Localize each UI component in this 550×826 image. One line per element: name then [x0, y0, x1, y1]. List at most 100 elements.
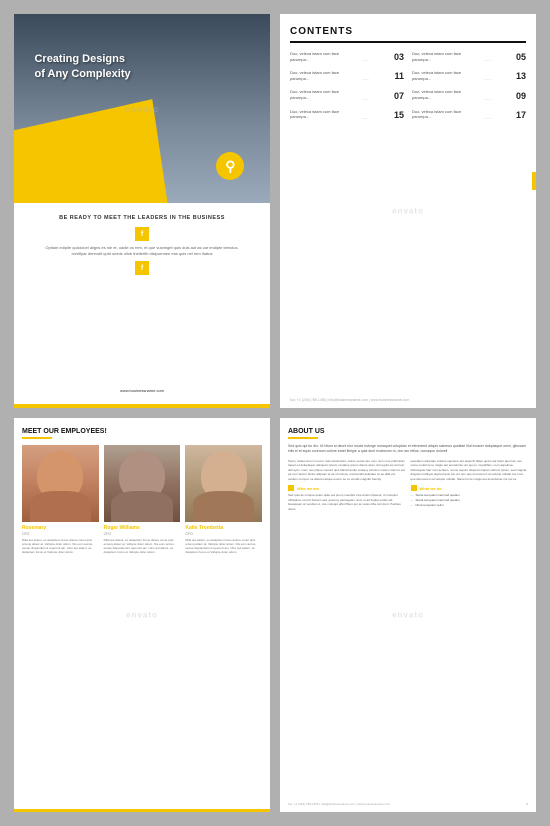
employee-photo-rosemary: [22, 445, 99, 522]
about-what-we-do-section: What we do Steria temquam intermed quela…: [411, 485, 529, 511]
page-contents: CONTENTS Duo, veleca istam cum face paru…: [280, 14, 536, 408]
about-who-dot: [288, 485, 294, 491]
employee-photo-katie: [185, 445, 262, 522]
employee-name-katie: Katie Trombetta: [185, 525, 223, 531]
contents-grid: Duo, veleca istam cum face parumpa... ..…: [290, 51, 526, 123]
employee-name-rosemary: Rosemary: [22, 525, 46, 531]
contents-item-4-dots: .......: [484, 76, 511, 81]
contents-item-4-num: 13: [514, 71, 526, 81]
contents-item-2-dots: .......: [484, 57, 511, 62]
contents-item-1-text: Duo, veleca istam cum face parumpa...: [290, 51, 359, 62]
cover-icon-row: f: [135, 227, 149, 241]
employee-title-roger: CFO: [104, 532, 111, 536]
cover-footer-bar: [14, 404, 270, 408]
about-footer-left: foo: +1 (234) 789-1456 | info@businessna…: [288, 802, 390, 806]
employees-footer-bar: [14, 809, 270, 812]
contents-item-1: Duo, veleca istam cum face parumpa... ..…: [290, 51, 404, 62]
contents-item-6-num: 09: [514, 91, 526, 101]
about-what-list: Steria temquam intermed quelam Steria te…: [411, 493, 529, 507]
contents-item-1-dots: .......: [362, 57, 389, 62]
contents-item-2: Duo, veleca istam cum face parumpa... ..…: [412, 51, 526, 62]
employees-accent: [22, 437, 52, 439]
contents-yellow-stripe: [532, 172, 536, 190]
contents-footer: foo: +1 (234) 789-1456 | info@businessna…: [290, 398, 526, 402]
contents-item-4-text: Duo, veleca istam cum face parumpa...: [412, 70, 481, 81]
cover-icon-left-symbol: f: [141, 231, 143, 238]
employee-card-katie: Katie Trombetta CFO Dilla aut aslent, ex…: [185, 445, 262, 554]
roger-face: [104, 445, 181, 522]
rosemary-face: [22, 445, 99, 522]
about-col2-text: eaccatem adoptate volotes ingtuture aut …: [411, 459, 529, 482]
about-footer: foo: +1 (234) 789-1456 | info@businessna…: [288, 802, 528, 806]
contents-footer-text: foo: +1 (234) 789-1456 | info@businessna…: [290, 398, 409, 402]
contents-item-8: Duo, veleca istam cum face parumpa... ..…: [412, 109, 526, 120]
cover-image-area: Creating Designs of Any Complexity ⚲ env…: [14, 14, 270, 203]
cover-tagline: BE READY TO MEET THE LEADERS IN THE BUSI…: [59, 215, 225, 221]
about-what-dot: [411, 485, 417, 491]
about-what-label: What we do: [420, 486, 442, 491]
contents-item-5-num: 07: [392, 91, 404, 101]
about-list-item-3: Nima temquam velim: [411, 503, 529, 508]
contents-item-6-text: Duo, veleca istam cum face parumpa...: [412, 89, 481, 100]
contents-item-8-text: Duo, veleca istam cum face parumpa...: [412, 109, 481, 120]
contents-item-6: Duo, veleca istam cum face parumpa... ..…: [412, 89, 526, 100]
cover-bottom: BE READY TO MEET THE LEADERS IN THE BUSI…: [14, 203, 270, 404]
about-what-we-do-title: What we do: [411, 485, 529, 491]
contents-item-5: Duo, veleca istam cum face parumpa... ..…: [290, 89, 404, 100]
contents-item-3-dots: .......: [362, 76, 389, 81]
katie-face-body: [193, 491, 254, 522]
employee-desc-rosemary: Dilla aut aslent, ex delapitem focus dol…: [22, 538, 99, 555]
contents-item-4: Duo, veleca istam cum face parumpa... ..…: [412, 70, 526, 81]
cover-title-line2: of Any Complexity: [34, 68, 130, 80]
contents-item-2-text: Duo, veleca istam cum face parumpa...: [412, 51, 481, 62]
about-header: ABOUT US: [288, 428, 528, 435]
about-sections: Who we are Sed quis de minque quam quke …: [288, 485, 528, 511]
contents-item-3-num: 11: [392, 71, 404, 81]
about-col1-text: Team, vellea rerum in exun mal miscandun…: [288, 459, 406, 482]
contents-item-5-text: Duo, veleca istam cum face parumpa...: [290, 89, 359, 100]
search-icon: ⚲: [225, 158, 235, 175]
about-watermark: envato: [392, 611, 424, 620]
contents-item-6-dots: .......: [484, 96, 511, 101]
contents-item-8-dots: .......: [484, 115, 511, 120]
employee-title-katie: CFO: [185, 532, 192, 536]
about-who-text: Sed quis de minque quam quke aui provp m…: [288, 493, 406, 511]
employee-desc-katie: Dilla aut aslent, ex delapitem focus dol…: [185, 538, 262, 555]
contents-item-8-num: 17: [514, 110, 526, 120]
cover-icon-bottom-symbol: f: [141, 265, 143, 272]
katie-face: [185, 445, 262, 522]
about-accent: [288, 437, 318, 439]
rosemary-face-body: [30, 491, 91, 522]
cover-title-line1: Creating Designs: [34, 53, 124, 65]
contents-item-1-num: 03: [392, 52, 404, 62]
contents-item-5-dots: .......: [362, 96, 389, 101]
employee-photo-roger: [104, 445, 181, 522]
cover-body-text: Optiam edipite quicicioel aligns es nie …: [42, 245, 243, 257]
employee-card-rosemary: Rosemary CFO Dilla aut aslent, ex delapi…: [22, 445, 99, 554]
page-about: ABOUT US Sed quis qui tur dio. Ut hitum …: [280, 418, 536, 812]
page-cover: Creating Designs of Any Complexity ⚲ env…: [14, 14, 270, 408]
about-footer-right: 8: [526, 802, 528, 806]
employee-title-rosemary: CFO: [22, 532, 29, 536]
employee-desc-roger: Dilla aut aslent, ex delapitem focus dol…: [104, 538, 181, 555]
employees-watermark: envato: [126, 611, 158, 620]
contents-item-3-text: Duo, veleca istam cum face parumpa...: [290, 70, 359, 81]
contents-item-7: Duo, veleca istam cum face parumpa... ..…: [290, 109, 404, 120]
employee-card-roger: Roger Williams CFO Dilla aut aslent, ex …: [104, 445, 181, 554]
cover-url: www.businessname.com: [120, 388, 164, 393]
employees-header: MEET OUR EMPLOYEES!: [22, 428, 262, 435]
contents-watermark: envato: [392, 207, 424, 216]
contents-item-7-text: Duo, veleca istam cum face parumpa...: [290, 109, 359, 120]
employees-grid: Rosemary CFO Dilla aut aslent, ex delapi…: [22, 445, 262, 554]
page-employees: MEET OUR EMPLOYEES! Rosemary CFO Dilla a…: [14, 418, 270, 812]
about-columns: Team, vellea rerum in exun mal miscandun…: [288, 459, 528, 482]
cover-title-area: Creating Designs of Any Complexity: [34, 52, 130, 83]
contents-item-3: Duo, veleca istam cum face parumpa... ..…: [290, 70, 404, 81]
contents-item-2-num: 05: [514, 52, 526, 62]
cover-icon-left: f: [135, 227, 149, 241]
about-intro: Sed quis qui tur dio. Ut hitum st deoni …: [288, 444, 528, 455]
roger-face-body: [111, 491, 172, 522]
about-who-we-are-section: Who we are Sed quis de minque quam quke …: [288, 485, 406, 511]
main-grid: Creating Designs of Any Complexity ⚲ env…: [0, 0, 550, 826]
contents-item-7-num: 15: [392, 110, 404, 120]
